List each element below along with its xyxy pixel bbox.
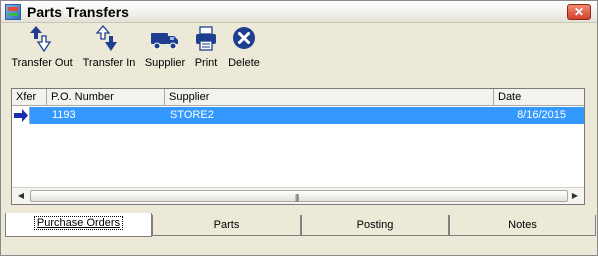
tab-notes[interactable]: Notes [449,215,596,236]
delete-label: Delete [228,57,260,69]
window-title: Parts Transfers [27,4,129,20]
app-icon [5,4,21,20]
column-header-po-number[interactable]: P.O. Number [47,89,165,106]
scroll-grip-icon: ||| [295,193,299,202]
transfer-in-icon [95,25,122,53]
scroll-thumb[interactable]: ||| [30,190,568,202]
tab-purchase-orders-label: Purchase Orders [33,216,124,230]
scroll-right-icon[interactable]: ▶ [568,189,582,203]
transfer-out-label: Transfer Out [11,57,73,69]
tab-posting[interactable]: Posting [301,215,449,236]
parts-transfers-window: Parts Transfers ✕ Transfer Out Transfer … [0,0,598,256]
print-label: Print [194,57,218,69]
transfer-arrow-icon [14,109,28,122]
horizontal-scrollbar[interactable]: ◀ ||| ▶ [12,187,584,204]
tab-purchase-orders[interactable]: Purchase Orders [5,213,152,237]
column-header-supplier[interactable]: Supplier [165,89,494,106]
title-bar[interactable]: Parts Transfers ✕ [1,1,597,23]
transfer-out-icon [29,25,55,53]
delete-icon [231,25,257,53]
tab-parts[interactable]: Parts [152,215,301,236]
supplier-label: Supplier [144,57,186,69]
scroll-left-icon[interactable]: ◀ [14,189,28,203]
transfer-in-button[interactable]: Transfer In [81,25,137,69]
tab-strip: Purchase Orders Parts Posting Notes [1,213,597,237]
truck-icon [150,25,180,53]
xfer-cell [12,107,30,124]
table-row[interactable]: 1193 STORE2 8/16/2015 [12,107,584,124]
supplier-cell: STORE2 [170,109,214,121]
toolbar: Transfer Out Transfer In Supplier Print … [1,23,597,75]
print-button[interactable]: Print [192,25,220,69]
column-header-xfer[interactable]: Xfer [12,89,47,106]
po-number-cell: 1193 [52,109,76,121]
close-button[interactable]: ✕ [567,4,591,20]
transfer-out-button[interactable]: Transfer Out [9,25,75,69]
printer-icon [193,25,219,53]
list-header: Xfer P.O. Number Supplier Date [12,89,584,106]
delete-button[interactable]: Delete [227,25,261,69]
column-header-date[interactable]: Date [494,89,584,106]
purchase-orders-list[interactable]: Xfer P.O. Number Supplier Date 1193 STOR… [11,88,585,205]
date-cell: 8/16/2015 [517,109,566,121]
supplier-button[interactable]: Supplier [143,25,187,69]
transfer-in-label: Transfer In [82,57,136,69]
